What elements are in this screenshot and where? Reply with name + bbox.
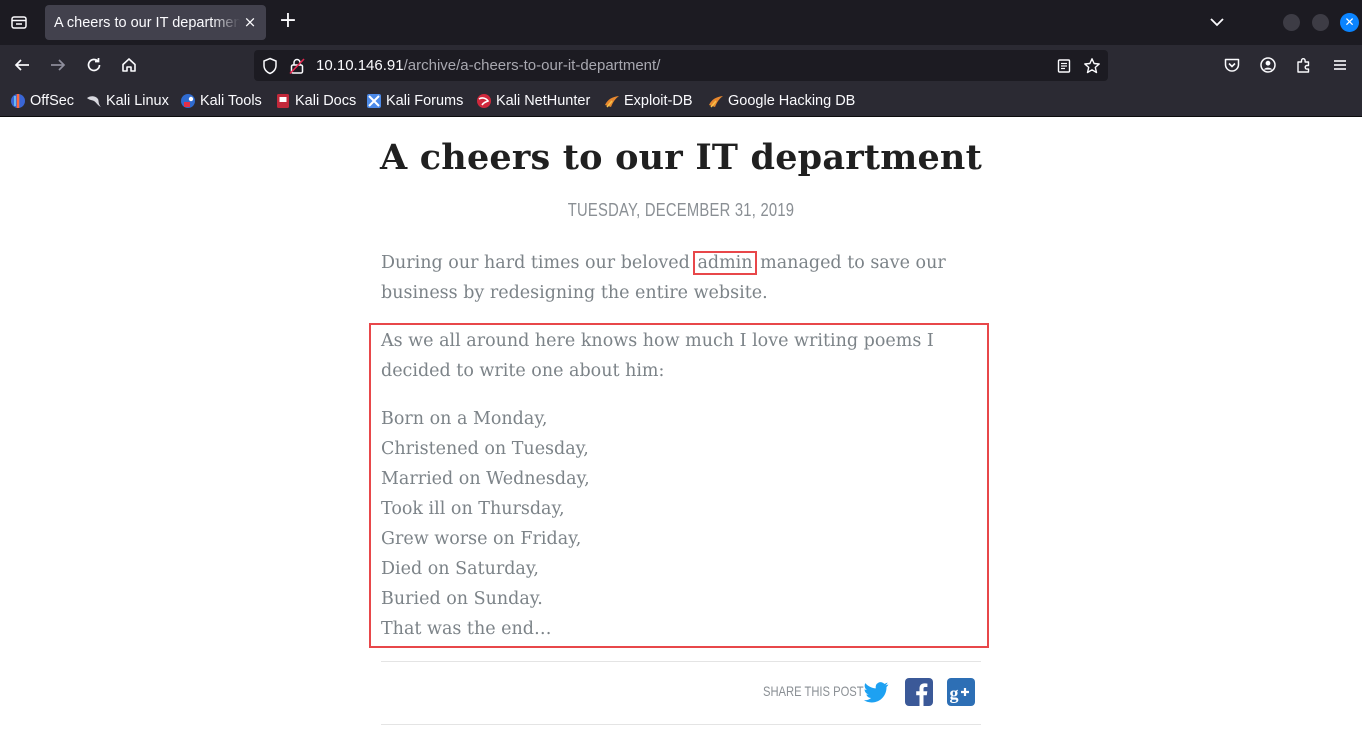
bookmark-kali-linux[interactable]: Kali Linux bbox=[86, 91, 169, 111]
poem-line: Took ill on Thursday, bbox=[381, 499, 565, 519]
poem-line: Died on Saturday, bbox=[381, 559, 539, 579]
post-title: A cheers to our IT department bbox=[380, 137, 982, 178]
bookmark-label: OffSec bbox=[30, 93, 75, 109]
google-plus-icon[interactable]: g bbox=[947, 678, 975, 706]
offsec-icon bbox=[10, 93, 26, 109]
kali-forums-icon bbox=[366, 93, 382, 109]
bookmark-label: Google Hacking DB bbox=[728, 93, 856, 109]
bookmark-exploit-db[interactable]: Exploit-DB bbox=[604, 91, 693, 111]
bookmark-kali-docs[interactable]: Kali Docs bbox=[275, 91, 356, 111]
poem-line: Christened on Tuesday, bbox=[381, 439, 589, 459]
post-date: TUESDAY, DECEMBER 31, 2019 bbox=[567, 200, 795, 220]
insecure-lock-icon[interactable] bbox=[287, 56, 307, 76]
url-bar[interactable]: 10.10.146.91/archive/a-cheers-to-our-it-… bbox=[254, 50, 1108, 81]
bookmark-kali-forums[interactable]: Kali Forums bbox=[366, 91, 463, 111]
window-maximize-button[interactable] bbox=[1312, 14, 1329, 31]
tab-title: A cheers to our IT department bbox=[54, 14, 240, 31]
bookmark-label: Exploit-DB bbox=[624, 93, 693, 109]
page-content: A cheers to our IT department TUESDAY, D… bbox=[0, 117, 1362, 733]
tab-bar: A cheers to our IT department × + ✕ bbox=[0, 0, 1362, 45]
active-tab[interactable]: A cheers to our IT department × bbox=[45, 5, 266, 40]
share-label: SHARE THIS POST bbox=[763, 683, 864, 699]
kali-dragon-icon bbox=[86, 93, 102, 109]
poem-line: Buried on Sunday. bbox=[381, 589, 543, 609]
bookmark-google-hacking-db[interactable]: Google Hacking DB bbox=[708, 91, 855, 111]
highlighted-admin-word: admin bbox=[693, 251, 757, 275]
tab-close-icon[interactable]: × bbox=[242, 14, 258, 30]
svg-text:g: g bbox=[950, 683, 959, 703]
forward-arrow-icon[interactable] bbox=[47, 54, 69, 76]
back-arrow-icon[interactable] bbox=[11, 54, 33, 76]
pocket-icon[interactable] bbox=[1221, 54, 1243, 76]
window-close-button[interactable]: ✕ bbox=[1340, 13, 1359, 32]
reader-view-icon[interactable] bbox=[1054, 56, 1074, 76]
extensions-icon[interactable] bbox=[1293, 54, 1315, 76]
account-icon[interactable] bbox=[1257, 54, 1279, 76]
bookmark-label: Kali Forums bbox=[386, 93, 464, 109]
shield-icon[interactable] bbox=[260, 56, 280, 76]
bookmark-label: Kali NetHunter bbox=[496, 93, 591, 109]
exploit-db-icon bbox=[604, 93, 620, 109]
home-icon[interactable] bbox=[118, 54, 140, 76]
divider bbox=[381, 661, 981, 662]
poem-line: Born on a Monday, bbox=[381, 409, 548, 429]
paragraph-text: During our hard times our beloved bbox=[381, 253, 690, 273]
kali-tools-icon bbox=[180, 93, 196, 109]
post-paragraph-2: As we all around here knows how much I l… bbox=[381, 331, 934, 381]
new-tab-button[interactable]: + bbox=[277, 10, 299, 33]
url-text[interactable]: 10.10.146.91/archive/a-cheers-to-our-it-… bbox=[316, 57, 660, 74]
facebook-icon[interactable] bbox=[905, 678, 933, 706]
twitter-icon[interactable] bbox=[862, 678, 890, 706]
bookmark-label: Kali Tools bbox=[200, 93, 262, 109]
bookmark-label: Kali Docs bbox=[295, 93, 357, 109]
bookmark-kali-nethunter[interactable]: Kali NetHunter bbox=[476, 91, 590, 111]
bookmark-offsec[interactable]: OffSec bbox=[10, 91, 74, 111]
kali-nethunter-icon bbox=[476, 93, 492, 109]
kali-docs-icon bbox=[275, 93, 291, 109]
ghdb-icon bbox=[708, 93, 724, 109]
bookmark-label: Kali Linux bbox=[106, 93, 169, 109]
list-all-tabs-icon[interactable] bbox=[1207, 12, 1227, 32]
post-paragraph-1: During our hard times our beloved admin … bbox=[381, 248, 986, 308]
reload-icon[interactable] bbox=[83, 54, 105, 76]
bookmark-kali-tools[interactable]: Kali Tools bbox=[180, 91, 262, 111]
divider bbox=[381, 724, 981, 725]
url-path: /archive/a-cheers-to-our-it-department/ bbox=[403, 57, 661, 74]
poem-line: Grew worse on Friday, bbox=[381, 529, 582, 549]
bookmark-star-icon[interactable] bbox=[1082, 56, 1102, 76]
poem: Born on a Monday, Christened on Tuesday,… bbox=[381, 404, 590, 644]
bookmarks-toolbar: OffSec Kali Linux Kali Tools Kali Docs K… bbox=[0, 85, 1362, 117]
poem-line: Married on Wednesday, bbox=[381, 469, 590, 489]
url-host: 10.10.146.91 bbox=[316, 57, 404, 74]
window-minimize-button[interactable] bbox=[1283, 14, 1300, 31]
poem-line: That was the end… bbox=[381, 619, 552, 639]
firefox-view-icon[interactable] bbox=[8, 11, 30, 33]
app-menu-icon[interactable] bbox=[1329, 54, 1351, 76]
navigation-toolbar: 10.10.146.91/archive/a-cheers-to-our-it-… bbox=[0, 45, 1362, 85]
